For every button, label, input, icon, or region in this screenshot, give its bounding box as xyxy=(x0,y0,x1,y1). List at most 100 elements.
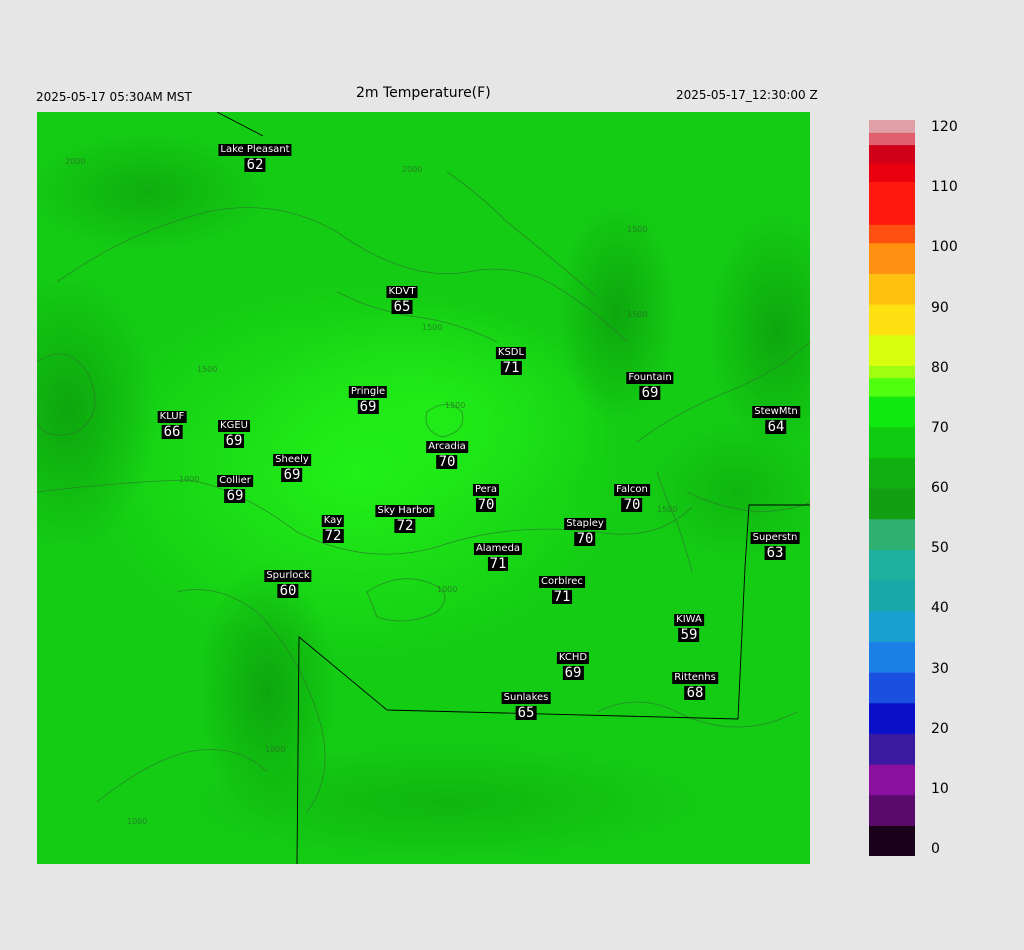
colorbar-band xyxy=(869,580,915,587)
colorbar-band xyxy=(869,162,915,170)
colorbar-band xyxy=(869,549,915,557)
colorbar-band xyxy=(869,530,915,538)
colorbar-band xyxy=(869,678,915,685)
colorbar-band xyxy=(869,745,915,753)
colorbar-band xyxy=(869,346,915,354)
colorbar-tick-label: 60 xyxy=(931,480,949,496)
colorbar-band xyxy=(869,377,915,385)
colorbar-band xyxy=(869,837,915,845)
colorbar-band xyxy=(869,383,915,391)
temperature-map: 2000 2000 1500 1500 1500 1500 1000 1000 1000 1000… xyxy=(37,112,810,864)
colorbar-band xyxy=(869,690,915,698)
colorbar-band xyxy=(869,843,915,851)
colorbar-band xyxy=(869,616,915,624)
colorbar-band xyxy=(869,199,915,207)
colorbar-tick-label: 120 xyxy=(931,119,958,135)
colorbar-band xyxy=(869,120,915,127)
colorbar-band xyxy=(869,610,915,618)
contour-label: 1500 xyxy=(422,323,442,332)
cool-area xyxy=(557,202,677,422)
colorbar-band xyxy=(869,297,915,305)
colorbar-band xyxy=(869,739,915,747)
contour-label: 1000 xyxy=(437,585,457,594)
colorbar-band xyxy=(869,340,915,348)
colorbar-band xyxy=(869,273,915,281)
colorbar-band xyxy=(869,451,915,458)
colorbar-band xyxy=(869,708,915,716)
colorbar-band xyxy=(869,353,915,360)
colorbar-band xyxy=(869,230,915,238)
colorbar-tick-label: 110 xyxy=(931,179,958,196)
colorbar-band xyxy=(869,445,915,452)
colorbar-band xyxy=(869,236,915,244)
colorbar-band xyxy=(869,156,915,164)
colorbar-band xyxy=(869,592,915,599)
colorbar-tick-label: 30 xyxy=(931,660,949,677)
colorbar-band xyxy=(869,414,915,422)
colorbar-band xyxy=(869,537,915,544)
colorbar-band xyxy=(869,254,915,262)
colorbar-band xyxy=(869,224,915,231)
contour-label: 1000 xyxy=(179,475,199,484)
colorbar-band xyxy=(869,150,915,158)
colorbar-band xyxy=(869,218,915,225)
colorbar-band xyxy=(869,757,915,765)
colorbar-tick-label: 70 xyxy=(931,419,949,436)
contour-label: 2000 xyxy=(65,157,85,166)
colorbar-band xyxy=(869,316,915,323)
contour-label: 2000 xyxy=(402,165,422,174)
colorbar-tick-label: 100 xyxy=(931,239,958,256)
colorbar-band xyxy=(869,365,915,373)
colorbar-band xyxy=(869,304,915,311)
temperature-colorbar xyxy=(869,120,915,856)
colorbar-band xyxy=(869,248,915,256)
colorbar-band xyxy=(869,641,915,649)
colorbar-band xyxy=(869,672,915,679)
colorbar-band xyxy=(869,193,915,201)
colorbar-band xyxy=(869,776,915,783)
colorbar-band xyxy=(869,819,915,826)
colorbar-band xyxy=(869,543,915,550)
colorbar-tick-label: 40 xyxy=(931,600,949,617)
contour-label: 1000 xyxy=(265,745,285,754)
contour-label: 1500 xyxy=(627,310,647,319)
colorbar-band xyxy=(869,604,915,612)
colorbar-band xyxy=(869,721,915,728)
colorbar-band xyxy=(869,806,915,814)
colorbar-band xyxy=(869,457,915,465)
colorbar-band xyxy=(869,175,915,182)
colorbar-band xyxy=(869,408,915,415)
colorbar-band xyxy=(869,849,915,856)
colorbar-tick-label: 50 xyxy=(931,540,949,557)
colorbar-tick-label: 10 xyxy=(931,780,949,797)
colorbar-band xyxy=(869,242,915,250)
colorbar-band xyxy=(869,573,915,581)
colorbar-band xyxy=(869,629,915,636)
colorbar-band xyxy=(869,310,915,317)
colorbar-band xyxy=(869,702,915,710)
colorbar-band xyxy=(869,169,915,176)
colorbar-band xyxy=(869,261,915,268)
colorbar-band xyxy=(869,187,915,195)
cool-area xyxy=(187,742,707,862)
colorbar-band xyxy=(869,426,915,434)
colorbar-band xyxy=(869,181,915,189)
colorbar-band xyxy=(869,334,915,342)
colorbar-band xyxy=(869,389,915,397)
colorbar-band xyxy=(869,567,915,575)
colorbar-band xyxy=(869,212,915,219)
colorbar-band xyxy=(869,813,915,820)
colorbar-band xyxy=(869,727,915,734)
colorbar-band xyxy=(869,831,915,839)
contour-label: 2000 xyxy=(757,405,777,414)
contour-label: 1500 xyxy=(197,365,217,374)
colorbar-band xyxy=(869,469,915,477)
colorbar-band xyxy=(869,635,915,642)
colorbar-band xyxy=(869,328,915,336)
colorbar-tick-label: 80 xyxy=(931,359,949,376)
colorbar-band xyxy=(869,653,915,661)
colorbar-band xyxy=(869,144,915,152)
colorbar-band xyxy=(869,714,915,722)
colorbar-band xyxy=(869,475,915,483)
colorbar-band xyxy=(869,420,915,428)
